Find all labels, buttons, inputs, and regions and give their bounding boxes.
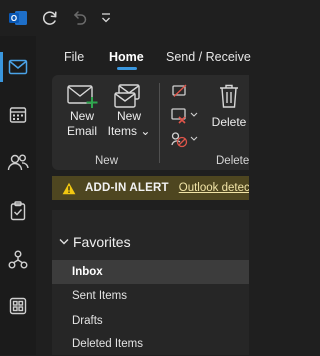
sync-icon[interactable] [41,9,59,27]
clean-up-icon [171,108,198,124]
folder-label: Deleted Items [72,338,143,350]
folder-item-inbox[interactable]: Inbox [52,260,249,284]
folder-item-drafts[interactable]: Drafts [52,309,249,333]
ribbon-group-new-label: New [95,155,119,167]
favorites-header[interactable]: Favorites [58,234,131,250]
ribbon: New Email New Items ⌄ New Delete Delete [52,75,249,170]
tab-home[interactable]: Home [109,50,144,64]
delete-label: Delete [211,115,247,129]
folder-label: Inbox [72,266,103,278]
new-items-label-line2: Items ⌄ [108,124,151,139]
new-items-button[interactable]: New Items ⌄ [105,83,153,139]
ribbon-tabs: File Home Send / Receive [36,46,251,70]
calendar-icon [9,107,27,123]
rail-item-org-explorer[interactable] [0,242,36,278]
warning-icon [62,182,76,194]
new-email-button[interactable]: New Email [62,83,102,139]
chevron-down-icon: ⌄ [140,124,151,138]
delete-icon [220,84,238,108]
title-bar: O [0,0,249,36]
outlook-logo-icon[interactable]: O [9,10,27,26]
tasks-icon [10,201,26,221]
tab-file[interactable]: File [64,50,84,64]
add-in-alert-bar: ADD-IN ALERT Outlook detected [52,176,249,200]
rail-item-mail[interactable] [0,49,36,85]
outlook-logo-letter: O [11,14,17,23]
new-items-label-line1: New [116,109,141,123]
alert-link[interactable]: Outlook detected [179,182,249,194]
junk-icon [171,132,198,148]
new-email-icon [67,85,98,108]
folder-label: Sent Items [72,290,127,302]
clean-up-button[interactable] [171,107,199,125]
junk-button[interactable] [171,131,199,149]
rail-item-people[interactable] [0,144,36,180]
ignore-icon [172,84,187,97]
folder-label: Drafts [72,315,103,327]
ribbon-group-delete-label: Delete [216,155,250,167]
tab-send-receive[interactable]: Send / Receive [166,50,251,64]
rail-item-calendar[interactable] [0,97,36,133]
ignore-button[interactable] [171,83,189,101]
folder-item-sent-items[interactable]: Sent Items [52,284,249,308]
folder-item-deleted-items[interactable]: Deleted Items [52,332,249,356]
ribbon-group-separator [159,83,160,163]
alert-title: ADD-IN ALERT [85,182,169,194]
favorites-label: Favorites [73,234,131,250]
folder-pane: Favorites Inbox Sent Items Drafts Delete… [52,210,249,355]
mail-icon [8,59,28,75]
people-icon [7,154,29,171]
new-email-label-line1: New [69,109,94,123]
org-explorer-icon [8,250,28,269]
delete-button[interactable]: Delete [209,83,249,130]
chevron-down-icon [59,239,69,245]
customize-quick-access-icon[interactable] [100,11,112,25]
apps-icon [9,297,27,315]
new-items-label-text: Items [107,124,137,138]
rail-active-indicator [0,52,3,82]
undo-icon[interactable] [70,9,88,27]
new-email-label-line2: Email [66,124,97,138]
new-items-icon [114,84,140,108]
rail-item-tasks[interactable] [0,193,36,229]
rail-item-apps[interactable] [0,288,36,324]
tab-home-underline [117,67,137,70]
navigation-rail [0,36,36,355]
